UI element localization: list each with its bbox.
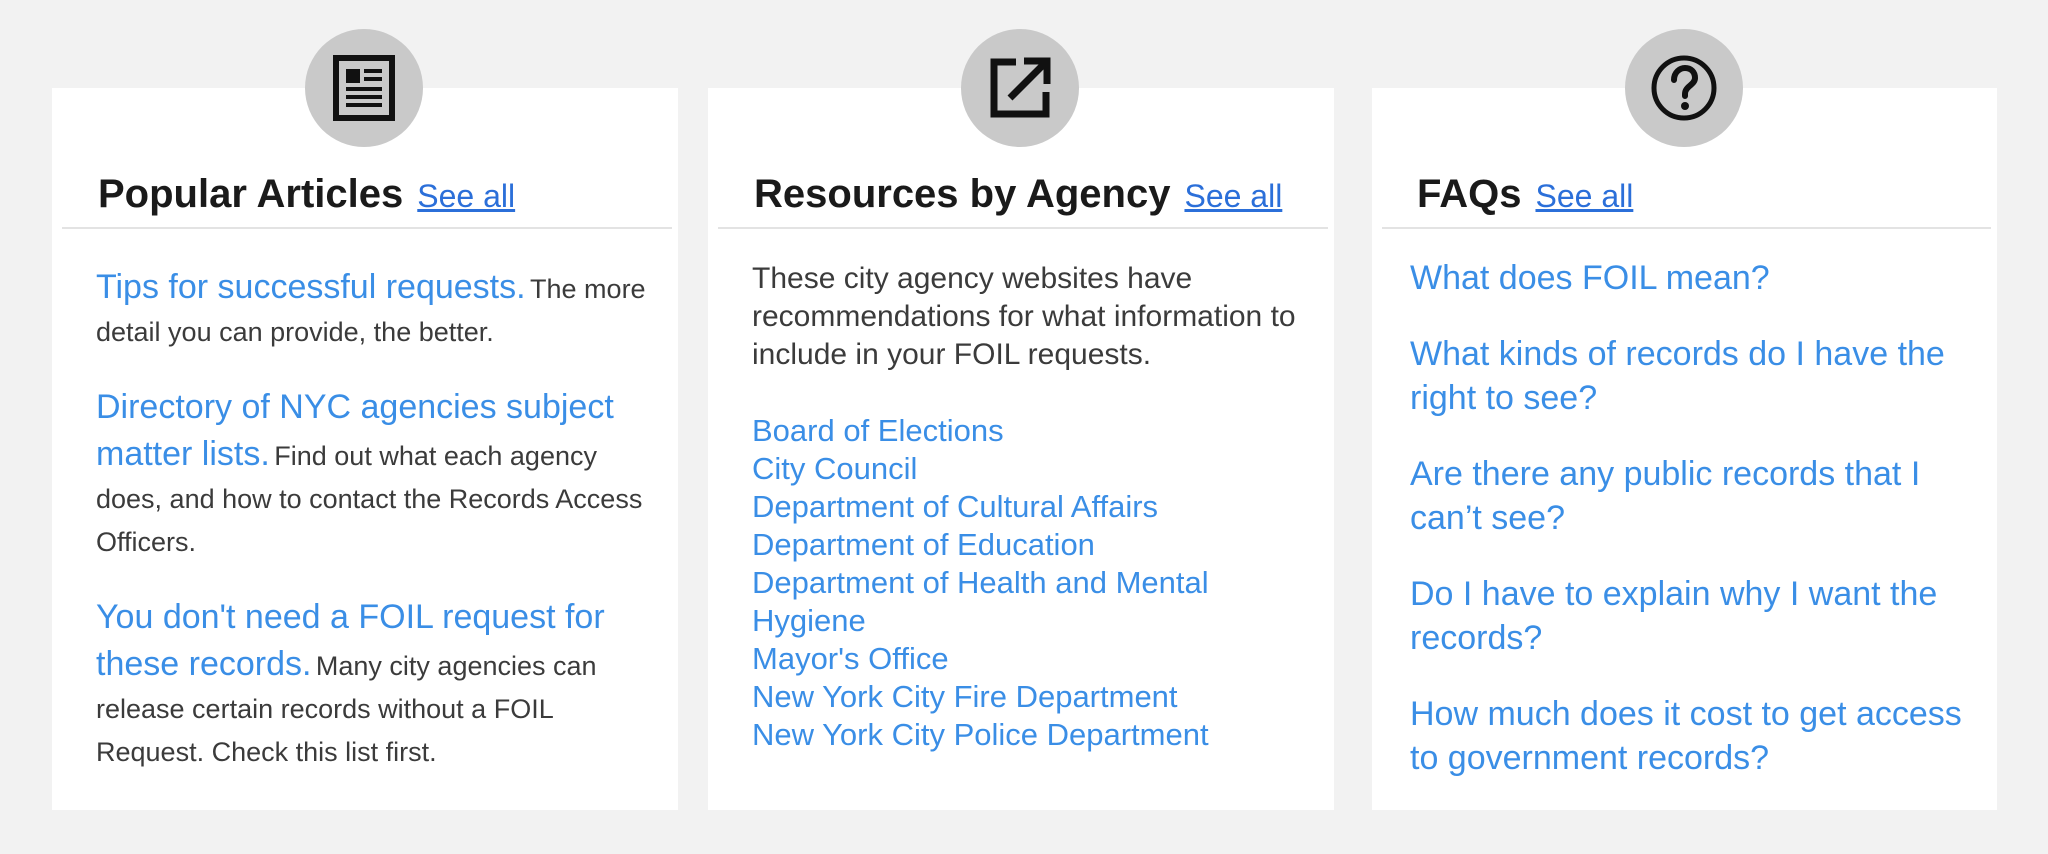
popular-articles-title: Popular Articles bbox=[98, 172, 404, 216]
faqs-header: FAQs See all bbox=[1372, 158, 1997, 218]
article-item: You don't need a FOIL request for these … bbox=[96, 596, 662, 776]
agency-link[interactable]: New York City Fire Department bbox=[752, 678, 1312, 716]
newspaper-icon bbox=[333, 55, 395, 121]
faq-link[interactable]: What kinds of records do I have the righ… bbox=[1410, 335, 1945, 417]
newspaper-icon-circle bbox=[305, 29, 423, 147]
faq-item[interactable]: How much does it cost to get access to g… bbox=[1410, 692, 1975, 780]
resources-header: Resources by Agency See all bbox=[708, 158, 1334, 218]
agency-link-label[interactable]: New York City Fire Department bbox=[752, 679, 1178, 714]
divider bbox=[718, 227, 1328, 229]
resources-intro-text: These city agency websites have recommen… bbox=[752, 262, 1296, 371]
faqs-title: FAQs bbox=[1417, 172, 1522, 216]
agency-link-label[interactable]: Mayor's Office bbox=[752, 641, 949, 676]
resources-title: Resources by Agency bbox=[754, 172, 1171, 216]
agency-link-label[interactable]: Board of Elections bbox=[752, 413, 1004, 448]
agency-link[interactable]: New York City Police Department bbox=[752, 716, 1312, 754]
resources-title-row: Resources by Agency See all bbox=[754, 172, 1282, 218]
agency-link[interactable]: City Council bbox=[752, 450, 1312, 488]
divider bbox=[1382, 227, 1991, 229]
resources-by-agency-card: Resources by Agency See all These city ag… bbox=[708, 88, 1334, 810]
article-list: Tips for successful requests. The more d… bbox=[96, 266, 662, 806]
faq-item[interactable]: Do I have to explain why I want the reco… bbox=[1410, 572, 1975, 660]
agency-link-label[interactable]: New York City Police Department bbox=[752, 717, 1209, 752]
faq-item[interactable]: Are there any public records that I can’… bbox=[1410, 452, 1975, 540]
agency-link-label[interactable]: Department of Education bbox=[752, 527, 1095, 562]
article-item: Directory of NYC agencies subject matter… bbox=[96, 386, 662, 566]
agency-link[interactable]: Department of Health and Mental Hygiene bbox=[752, 564, 1312, 640]
article-link-tips[interactable]: Tips for successful requests. bbox=[96, 268, 526, 306]
faqs-card: FAQs See all What does FOIL mean? What ki… bbox=[1372, 88, 1997, 810]
faq-item[interactable]: What kinds of records do I have the righ… bbox=[1410, 332, 1975, 420]
article-item: Tips for successful requests. The more d… bbox=[96, 266, 662, 356]
agency-link[interactable]: Department of Cultural Affairs bbox=[752, 488, 1312, 526]
agency-link-label[interactable]: City Council bbox=[752, 451, 917, 486]
popular-articles-see-all-link[interactable]: See all bbox=[417, 178, 515, 214]
faq-link[interactable]: What does FOIL mean? bbox=[1410, 259, 1770, 297]
agency-list: Board of Elections City Council Departme… bbox=[752, 412, 1312, 754]
agency-link-label[interactable]: Department of Health and Mental Hygiene bbox=[752, 565, 1209, 638]
agency-link[interactable]: Department of Education bbox=[752, 526, 1312, 564]
external-link-icon-circle bbox=[961, 29, 1079, 147]
external-link-icon bbox=[990, 57, 1051, 118]
question-circle-icon-circle bbox=[1625, 29, 1743, 147]
faqs-title-row: FAQs See all bbox=[1417, 172, 1633, 218]
popular-articles-title-row: Popular Articles See all bbox=[98, 172, 515, 218]
faq-link[interactable]: Are there any public records that I can’… bbox=[1410, 455, 1920, 537]
divider bbox=[62, 227, 672, 229]
faq-link[interactable]: Do I have to explain why I want the reco… bbox=[1410, 575, 1937, 657]
resources-see-all-link[interactable]: See all bbox=[1184, 178, 1282, 214]
faq-item[interactable]: What does FOIL mean? bbox=[1410, 256, 1975, 300]
agency-link[interactable]: Board of Elections bbox=[752, 412, 1312, 450]
popular-articles-card: Popular Articles See all Tips for success… bbox=[52, 88, 678, 810]
faq-link[interactable]: How much does it cost to get access to g… bbox=[1410, 695, 1962, 777]
agency-link-label[interactable]: Department of Cultural Affairs bbox=[752, 489, 1158, 524]
faq-list: What does FOIL mean? What kinds of recor… bbox=[1410, 256, 1975, 812]
popular-articles-header: Popular Articles See all bbox=[52, 158, 678, 218]
faqs-see-all-link[interactable]: See all bbox=[1535, 178, 1633, 214]
question-circle-icon bbox=[1651, 55, 1717, 121]
agency-link[interactable]: Mayor's Office bbox=[752, 640, 1312, 678]
